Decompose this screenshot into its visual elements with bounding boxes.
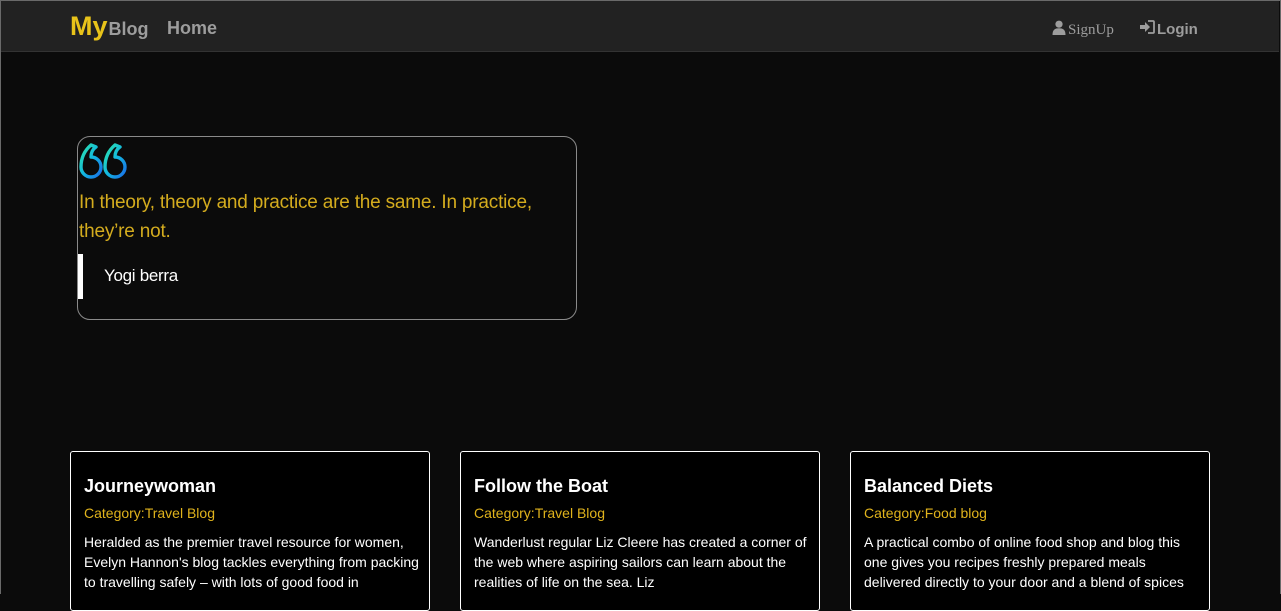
- blog-card-description: A practical combo of online food shop an…: [864, 534, 1184, 590]
- blog-card-description: Wanderlust regular Liz Cleere has create…: [474, 534, 807, 590]
- quote-mark-icon: [79, 143, 131, 186]
- quote-author-block: Yogi berra: [78, 254, 378, 299]
- brand-logo[interactable]: My Blog: [70, 11, 149, 42]
- brand-blog: Blog: [108, 19, 149, 39]
- login-icon: [1139, 20, 1157, 38]
- nav-home-link[interactable]: Home: [167, 18, 217, 39]
- brand-my: My: [70, 11, 108, 41]
- blog-card-title[interactable]: Follow the Boat: [474, 476, 608, 497]
- signup-link[interactable]: SignUp: [1052, 20, 1114, 40]
- navbar: My Blog Home SignUp Login: [1, 1, 1279, 52]
- blog-card-title[interactable]: Journeywoman: [84, 476, 216, 497]
- login-label: Login: [1157, 20, 1198, 38]
- signup-label: SignUp: [1068, 21, 1114, 38]
- quote-card: In theory, theory and practice are the s…: [77, 136, 577, 320]
- blog-card-description: Heralded as the premier travel resource …: [84, 534, 419, 590]
- blog-card-category: Category:Travel Blog: [474, 505, 605, 521]
- quote-text: In theory, theory and practice are the s…: [79, 192, 532, 242]
- user-icon: [1052, 20, 1068, 40]
- blog-card-title[interactable]: Balanced Diets: [864, 476, 993, 497]
- blog-card-category: Category:Food blog: [864, 505, 987, 521]
- blog-card[interactable]: Balanced Diets Category:Food blog A prac…: [850, 451, 1210, 611]
- blog-card[interactable]: Journeywoman Category:Travel Blog Herald…: [70, 451, 430, 611]
- login-link[interactable]: Login: [1139, 20, 1198, 38]
- blog-card-category: Category:Travel Blog: [84, 505, 215, 521]
- quote-author: Yogi berra: [104, 266, 178, 285]
- blog-card[interactable]: Follow the Boat Category:Travel Blog Wan…: [460, 451, 820, 611]
